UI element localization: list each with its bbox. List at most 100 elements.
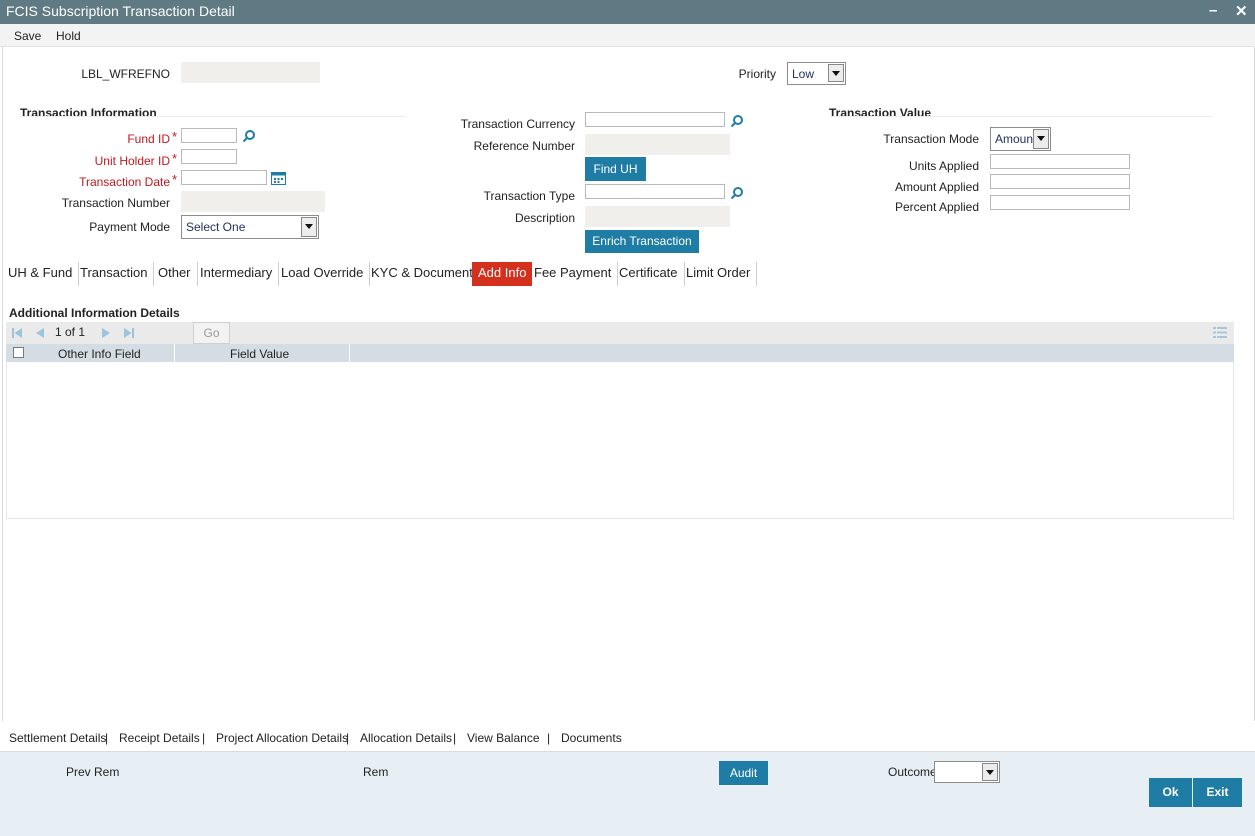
chevron-down-icon[interactable] xyxy=(982,763,998,781)
link-separator: | xyxy=(105,731,109,745)
prev-rem-label: Prev Rem xyxy=(66,765,120,779)
footer-panel: Prev Rem Rem Audit Outcome Ok Exit xyxy=(0,751,1255,836)
tab-limit-order[interactable]: Limit Order xyxy=(680,262,758,286)
transaction-date-label: Transaction Date xyxy=(79,175,170,189)
unit-holder-id-input[interactable] xyxy=(181,149,237,164)
go-button[interactable]: Go xyxy=(193,322,230,344)
search-icon[interactable] xyxy=(730,114,744,128)
link-view-balance[interactable]: View Balance xyxy=(467,731,540,745)
description-field[interactable] xyxy=(585,206,730,227)
fund-id-input[interactable] xyxy=(181,128,237,143)
reference-number-label: Reference Number xyxy=(473,139,575,153)
outcome-select[interactable] xyxy=(934,761,1000,783)
section-divider xyxy=(20,116,405,117)
section-transaction-value: Transaction Value xyxy=(829,106,932,120)
transaction-mode-value: Amount xyxy=(995,132,1037,146)
select-all-checkbox[interactable] xyxy=(13,347,24,358)
section-transaction-information: Transaction Information xyxy=(20,106,157,120)
tab-intermediary[interactable]: Intermediary xyxy=(194,262,280,286)
outcome-label: Outcome xyxy=(888,765,937,779)
link-documents[interactable]: Documents xyxy=(561,731,622,745)
link-settlement-details[interactable]: Settlement Details xyxy=(9,731,106,745)
ok-button[interactable]: Ok xyxy=(1149,778,1192,807)
link-separator: | xyxy=(346,731,350,745)
transaction-date-input[interactable] xyxy=(181,170,267,185)
link-allocation-details[interactable]: Allocation Details xyxy=(360,731,452,745)
calendar-icon[interactable] xyxy=(271,171,286,185)
find-uh-button[interactable]: Find UH xyxy=(585,157,646,181)
last-page-icon[interactable] xyxy=(123,327,135,339)
link-project-allocation-details[interactable]: Project Allocation Details xyxy=(216,731,348,745)
chevron-down-icon[interactable] xyxy=(828,64,844,82)
exit-button[interactable]: Exit xyxy=(1193,778,1242,807)
percent-applied-label: Percent Applied xyxy=(894,200,979,214)
tab-fee-payment[interactable]: Fee Payment xyxy=(528,262,619,286)
chevron-down-icon[interactable] xyxy=(301,217,317,237)
tab-certificate[interactable]: Certificate xyxy=(613,262,685,286)
fund-id-label: Fund ID xyxy=(127,132,170,146)
unit-holder-id-label: Unit Holder ID xyxy=(94,154,170,168)
grid-toolbar: 1 of 1 Go xyxy=(6,322,1234,344)
tab-uh-fund[interactable]: UH & Fund xyxy=(2,262,80,286)
prev-page-icon[interactable] xyxy=(34,327,46,339)
payment-mode-label: Payment Mode xyxy=(89,220,170,234)
required-star: * xyxy=(172,172,178,187)
required-star: * xyxy=(172,151,178,166)
priority-select[interactable]: Low xyxy=(787,62,846,85)
column-divider xyxy=(349,344,350,362)
transaction-mode-label: Transaction Mode xyxy=(883,132,979,146)
column-header-other-info-field: Other Info Field xyxy=(58,347,141,361)
audit-button[interactable]: Audit xyxy=(719,761,768,785)
amount-applied-input[interactable] xyxy=(990,174,1130,189)
transaction-mode-select[interactable]: Amount xyxy=(990,127,1051,151)
menu-save[interactable]: Save xyxy=(14,29,41,43)
wfref-field[interactable] xyxy=(181,62,320,83)
priority-label: Priority xyxy=(738,67,776,81)
tab-transaction[interactable]: Transaction xyxy=(74,262,155,286)
page-indicator: 1 of 1 xyxy=(55,325,86,339)
payment-mode-select[interactable]: Select One xyxy=(181,215,319,239)
transaction-number-label: Transaction Number xyxy=(61,196,170,210)
column-settings-icon[interactable] xyxy=(1213,326,1227,339)
required-star: * xyxy=(172,129,178,144)
rem-label: Rem xyxy=(363,765,389,779)
units-applied-label: Units Applied xyxy=(908,159,979,173)
transaction-number-field[interactable] xyxy=(181,191,325,212)
reference-number-field[interactable] xyxy=(585,134,730,155)
minimize-icon[interactable]: – xyxy=(1209,2,1217,19)
search-icon[interactable] xyxy=(242,129,256,143)
description-label: Description xyxy=(514,211,575,225)
menu-hold[interactable]: Hold xyxy=(56,29,81,43)
first-page-icon[interactable] xyxy=(11,327,23,339)
transaction-type-input[interactable] xyxy=(585,184,725,199)
menu-bar: Save Hold xyxy=(0,24,1255,47)
close-icon[interactable]: ✕ xyxy=(1235,2,1248,20)
wfref-label: LBL_WFREFNO xyxy=(81,67,170,81)
section-divider xyxy=(829,116,1212,117)
column-header-field-value: Field Value xyxy=(230,347,290,361)
payment-mode-value: Select One xyxy=(186,220,246,234)
grid-header: Other Info Field Field Value xyxy=(6,344,1234,362)
grid-body xyxy=(6,362,1234,519)
chevron-down-icon[interactable] xyxy=(1033,129,1049,149)
link-separator: | xyxy=(453,731,457,745)
percent-applied-input[interactable] xyxy=(990,195,1130,210)
enrich-transaction-button[interactable]: Enrich Transaction xyxy=(585,230,699,253)
section-additional-information: Additional Information Details xyxy=(9,306,180,320)
tab-other[interactable]: Other xyxy=(152,262,198,286)
transaction-currency-label: Transaction Currency xyxy=(460,117,575,131)
bottom-links-bar: Settlement Details | Receipt Details | P… xyxy=(0,725,1255,749)
tab-load-override[interactable]: Load Override xyxy=(275,262,371,286)
tab-kyc-document[interactable]: KYC & Document xyxy=(365,262,480,286)
transaction-currency-input[interactable] xyxy=(585,112,725,127)
units-applied-input[interactable] xyxy=(990,154,1130,169)
link-separator: | xyxy=(547,731,551,745)
link-receipt-details[interactable]: Receipt Details xyxy=(119,731,200,745)
tab-add-info[interactable]: Add Info xyxy=(472,262,533,286)
transaction-type-label: Transaction Type xyxy=(483,189,575,203)
link-separator: | xyxy=(202,731,206,745)
window-title: FCIS Subscription Transaction Detail xyxy=(6,3,235,19)
next-page-icon[interactable] xyxy=(100,327,112,339)
search-icon[interactable] xyxy=(730,186,744,200)
priority-value: Low xyxy=(792,67,815,81)
